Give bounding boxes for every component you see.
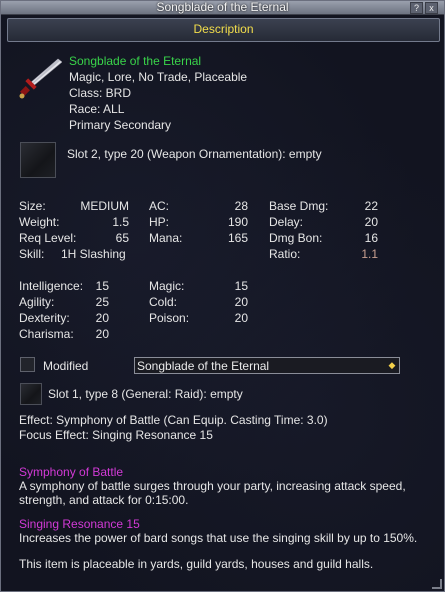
modified-checkbox[interactable] — [20, 357, 35, 372]
ratio-value: 1.1 — [361, 247, 378, 261]
cold-value: 20 — [234, 295, 248, 309]
spell-name-symphony: Symphony of Battle — [19, 465, 124, 479]
ac-value: 28 — [234, 199, 248, 213]
augment-slot-text: Slot 1, type 8 (General: Raid): empty — [48, 387, 243, 401]
placeable-note: This item is placeable in yards, guild y… — [19, 557, 374, 571]
size-value: MEDIUM — [80, 199, 129, 213]
item-slots: Primary Secondary — [69, 118, 172, 132]
skill-label: Skill: — [19, 247, 45, 261]
dropdown-arrow-icon[interactable]: ◆ — [387, 360, 397, 370]
charisma-value: 20 — [95, 327, 109, 341]
ac-label: AC: — [149, 199, 170, 213]
size-label: Size: — [19, 199, 46, 213]
base-dmg-value: 22 — [364, 199, 378, 213]
sword-icon — [18, 56, 63, 100]
spell-desc-symphony: A symphony of battle surges through your… — [19, 479, 406, 507]
item-name: Songblade of the Eternal — [69, 54, 202, 68]
modified-dropdown-value: Songblade of the Eternal — [137, 359, 270, 373]
effect-text: Effect: Symphony of Battle (Can Equip. C… — [19, 413, 328, 427]
help-button[interactable]: ? — [410, 2, 423, 14]
ornament-slot-icon[interactable] — [20, 142, 56, 178]
mana-label: Mana: — [149, 231, 183, 245]
delay-label: Delay: — [269, 215, 304, 229]
dmg-bon-value: 16 — [364, 231, 378, 245]
skill-value: 1H Slashing — [61, 247, 126, 261]
hp-value: 190 — [227, 215, 248, 229]
item-class: Class: BRD — [69, 86, 132, 100]
dexterity-label: Dexterity: — [19, 311, 70, 325]
cold-label: Cold: — [149, 295, 178, 309]
poison-label: Poison: — [149, 311, 190, 325]
close-button[interactable]: x — [425, 2, 438, 14]
dexterity-value: 20 — [95, 311, 109, 325]
window-title: Songblade of the Eternal — [156, 0, 289, 14]
title-bar[interactable]: Songblade of the Eternal ? x — [1, 0, 444, 15]
agility-label: Agility: — [19, 295, 55, 309]
spell-desc-singing: Increases the power of bard songs that u… — [19, 531, 418, 545]
hp-label: HP: — [149, 215, 170, 229]
poison-value: 20 — [234, 311, 248, 325]
weight-label: Weight: — [19, 215, 60, 229]
spell-name-singing: Singing Resonance 15 — [19, 517, 140, 531]
description-header: Description — [7, 18, 440, 42]
augment-slot-icon[interactable] — [20, 383, 42, 405]
req-level-value: 65 — [115, 231, 129, 245]
dmg-bon-label: Dmg Bon: — [269, 231, 323, 245]
delay-value: 20 — [364, 215, 378, 229]
resize-grip[interactable] — [432, 579, 442, 589]
req-level-label: Req Level: — [19, 231, 77, 245]
ornament-slot-text: Slot 2, type 20 (Weapon Ornamentation): … — [67, 147, 322, 161]
magic-value: 15 — [234, 279, 248, 293]
agility-value: 25 — [95, 295, 109, 309]
intelligence-value: 15 — [95, 279, 109, 293]
item-display-window: Songblade of the Eternal ? x Description… — [0, 0, 445, 592]
weight-value: 1.5 — [112, 215, 129, 229]
charisma-label: Charisma: — [19, 327, 74, 341]
item-flags: Magic, Lore, No Trade, Placeable — [69, 70, 248, 84]
mana-value: 165 — [227, 231, 248, 245]
item-race: Race: ALL — [69, 102, 125, 116]
magic-label: Magic: — [149, 279, 185, 293]
base-dmg-label: Base Dmg: — [269, 199, 329, 213]
description-label: Description — [193, 22, 254, 36]
modified-dropdown[interactable]: Songblade of the Eternal ◆ — [134, 357, 400, 374]
modified-label: Modified — [43, 359, 89, 373]
focus-effect-text: Focus Effect: Singing Resonance 15 — [19, 428, 213, 442]
ratio-label: Ratio: — [269, 247, 301, 261]
